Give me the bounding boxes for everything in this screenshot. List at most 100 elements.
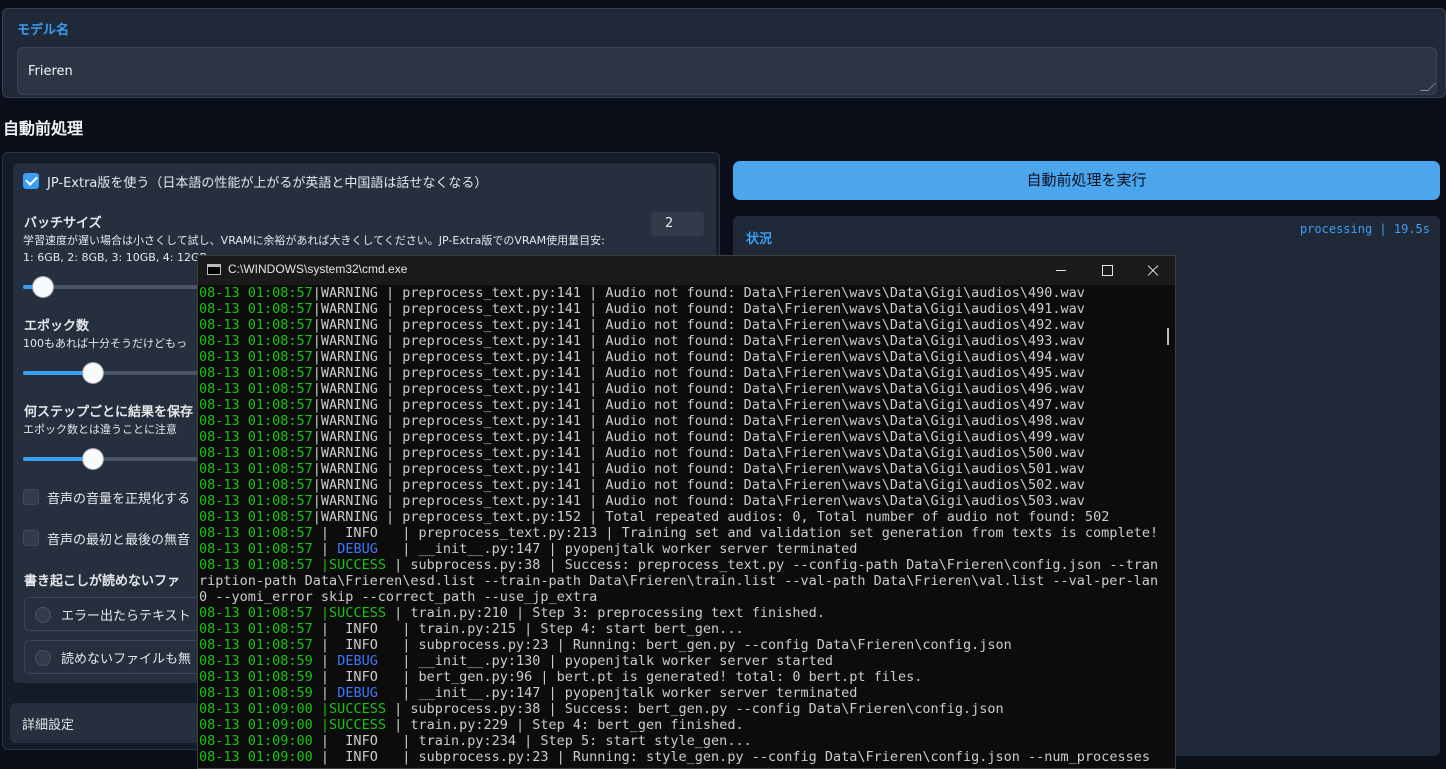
- advanced-settings-label: 詳細設定: [22, 718, 75, 733]
- log-level: | INFO: [312, 749, 395, 765]
- terminal-icon: [207, 264, 221, 275]
- log-level: |WARNING: [312, 285, 378, 301]
- normalize-checkbox[interactable]: [23, 489, 39, 505]
- epoch-desc: 100もあれば十分そうだけどもっ: [23, 337, 187, 350]
- radio-error[interactable]: [35, 607, 51, 623]
- cmd-line: 08-13 01:08:57|WARNING | preprocess_text…: [199, 413, 1085, 429]
- log-timestamp: 08-13 01:08:59: [199, 653, 313, 669]
- cmd-line: 08-13 01:08:57 | INFO | train.py:215 | S…: [199, 621, 744, 637]
- run-preprocess-button[interactable]: 自動前処理を実行: [733, 161, 1440, 200]
- cmd-line: 08-13 01:08:59 | DEBUG | __init__.py:147…: [199, 685, 857, 701]
- log-level: |WARNING: [312, 317, 378, 333]
- log-message: | preprocess_text.py:141 | Audio not fou…: [377, 301, 1085, 317]
- log-timestamp: 08-13 01:09:00: [199, 733, 313, 749]
- jp-extra-checkbox[interactable]: [23, 173, 39, 189]
- model-name-input[interactable]: Frieren: [17, 47, 1437, 95]
- log-message: | __init__.py:147 | pyopenjtalk worker s…: [394, 685, 858, 701]
- log-message: ription-path Data\Frieren\esd.list --tra…: [199, 573, 1159, 589]
- log-message: | subprocess.py:38 | Success: bert_gen.p…: [385, 701, 1004, 717]
- trim-checkbox[interactable]: [23, 530, 39, 546]
- log-timestamp: 08-13 01:08:57: [199, 381, 313, 397]
- cmd-line: 08-13 01:08:57|WARNING | preprocess_text…: [199, 285, 1085, 301]
- unreadable-option-error-label: エラー出たらテキスト: [61, 609, 191, 624]
- model-name-panel: モデル名 Frieren: [2, 8, 1446, 98]
- model-name-value: Frieren: [28, 64, 73, 79]
- maximize-icon[interactable]: [1084, 256, 1130, 285]
- log-message: | preprocess_text.py:141 | Audio not fou…: [377, 381, 1085, 397]
- log-level: |WARNING: [312, 349, 378, 365]
- log-level: |WARNING: [312, 461, 378, 477]
- log-level: |WARNING: [312, 397, 378, 413]
- batch-size-desc: 学習速度が遅い場合は小さくして試し、VRAMに余裕があれば大きくしてください。J…: [23, 234, 605, 247]
- log-timestamp: 08-13 01:08:57: [199, 557, 313, 573]
- log-timestamp: 08-13 01:08:57: [199, 605, 313, 621]
- save-every-slider-thumb[interactable]: [83, 449, 103, 469]
- jp-extra-label: JP-Extra版を使う（日本語の性能が上がるが英語と中国語は話せなくなる）: [47, 176, 488, 191]
- resize-grip-icon[interactable]: [1420, 83, 1436, 91]
- minimize-icon[interactable]: [1038, 256, 1084, 285]
- log-message: | preprocess_text.py:141 | Audio not fou…: [377, 429, 1085, 445]
- cmd-line: 08-13 01:08:57|WARNING | preprocess_text…: [199, 317, 1085, 333]
- log-message: | train.py:229 | Step 4: bert_gen finish…: [385, 717, 744, 733]
- save-every-label: 何ステップごとに結果を保存: [24, 405, 194, 420]
- log-message: | preprocess_text.py:141 | Audio not fou…: [377, 445, 1085, 461]
- log-timestamp: 08-13 01:08:57: [199, 413, 313, 429]
- log-level: | INFO: [312, 525, 395, 541]
- log-timestamp: 08-13 01:08:57: [199, 301, 313, 317]
- log-level: | INFO: [312, 637, 395, 653]
- log-message: | subprocess.py:23 | Running: style_gen.…: [394, 749, 1159, 765]
- cmd-line: 08-13 01:08:57|WARNING | preprocess_text…: [199, 461, 1085, 477]
- cmd-window[interactable]: C:\WINDOWS\system32\cmd.exe 08-13 01:08:…: [197, 255, 1176, 769]
- cmd-output[interactable]: 08-13 01:08:57|WARNING | preprocess_text…: [199, 285, 1159, 769]
- log-message: | preprocess_text.py:141 | Audio not fou…: [377, 333, 1085, 349]
- log-message: | subprocess.py:23 | Running: bert_gen.p…: [394, 637, 1012, 653]
- cmd-titlebar[interactable]: C:\WINDOWS\system32\cmd.exe: [198, 256, 1175, 285]
- log-level: |WARNING: [312, 445, 378, 461]
- log-timestamp: 08-13 01:08:57: [199, 637, 313, 653]
- cmd-line: 08-13 01:08:57|WARNING | preprocess_text…: [199, 509, 1109, 525]
- log-level: |WARNING: [312, 477, 378, 493]
- cmd-scrollbar[interactable]: [1167, 328, 1169, 345]
- log-timestamp: 08-13 01:08:57: [199, 349, 313, 365]
- cmd-line: 08-13 01:08:57|WARNING | preprocess_text…: [199, 365, 1085, 381]
- batch-size-number-input[interactable]: 2: [651, 212, 704, 236]
- batch-size-slider-thumb[interactable]: [33, 277, 53, 297]
- log-level: |SUCCESS: [312, 557, 386, 573]
- close-icon[interactable]: [1130, 256, 1176, 285]
- log-timestamp: 08-13 01:09:00: [199, 749, 313, 765]
- log-level-debug: DEBUG: [329, 685, 395, 701]
- epoch-slider-thumb[interactable]: [83, 363, 103, 383]
- log-level: |WARNING: [312, 333, 378, 349]
- cmd-line: 08-13 01:08:57|WARNING | preprocess_text…: [199, 349, 1085, 365]
- log-message: | train.py:210 | Step 3: preprocessing t…: [385, 605, 825, 621]
- log-message: | preprocess_text.py:213 | Training set …: [394, 525, 1159, 541]
- log-level: |WARNING: [312, 381, 378, 397]
- log-message: | preprocess_text.py:141 | Audio not fou…: [377, 461, 1085, 477]
- cmd-line: 08-13 01:08:57|WARNING | preprocess_text…: [199, 429, 1085, 445]
- log-message: | preprocess_text.py:141 | Audio not fou…: [377, 397, 1085, 413]
- log-timestamp: 08-13 01:08:57: [199, 445, 313, 461]
- log-message: | preprocess_text.py:141 | Audio not fou…: [377, 477, 1085, 493]
- log-timestamp: 08-13 01:08:57: [199, 333, 313, 349]
- log-timestamp: 08-13 01:08:57: [199, 509, 313, 525]
- normalize-label: 音声の音量を正規化する: [47, 492, 191, 507]
- log-message: | preprocess_text.py:152 | Total repeate…: [377, 509, 1110, 525]
- log-timestamp: 08-13 01:08:59: [199, 685, 313, 701]
- log-message: | preprocess_text.py:141 | Audio not fou…: [377, 493, 1085, 509]
- radio-skip[interactable]: [35, 650, 51, 666]
- log-level: | INFO: [312, 733, 395, 749]
- log-level: |WARNING: [312, 493, 378, 509]
- cmd-line: 08-13 01:08:59 | INFO | bert_gen.py:96 |…: [199, 669, 922, 685]
- log-level: |: [312, 653, 330, 669]
- cmd-line: 08-13 01:08:57|WARNING | preprocess_text…: [199, 493, 1085, 509]
- log-timestamp: 08-13 01:08:57: [199, 541, 313, 557]
- log-message: | bert_gen.py:96 | bert.pt is generated!…: [394, 669, 923, 685]
- trim-label: 音声の最初と最後の無音: [47, 533, 191, 548]
- epoch-label: エポック数: [24, 319, 90, 334]
- log-message: | preprocess_text.py:141 | Audio not fou…: [377, 349, 1085, 365]
- log-timestamp: 08-13 01:08:57: [199, 493, 313, 509]
- log-level: | INFO: [312, 621, 395, 637]
- log-message: | preprocess_text.py:141 | Audio not fou…: [377, 285, 1085, 301]
- log-level: |WARNING: [312, 301, 378, 317]
- cmd-line: 08-13 01:08:57 |SUCCESS | train.py:210 |…: [199, 605, 825, 621]
